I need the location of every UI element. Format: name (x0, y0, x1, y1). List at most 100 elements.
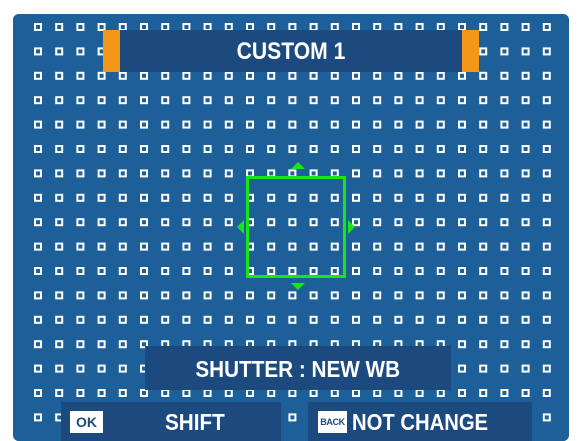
grid-dot-center (332, 317, 337, 322)
grid-dot-center (417, 220, 422, 225)
grid-dot-center (248, 98, 252, 103)
grid-dot-center (396, 317, 401, 322)
grid-dot-center (460, 73, 464, 78)
back-key-icon: BACK (318, 411, 347, 433)
grid-dot-center (544, 171, 549, 176)
grid-dot-center (481, 147, 486, 151)
grid-dot-center (523, 244, 528, 249)
grid-dot-center (163, 171, 168, 176)
grid-dot-center (184, 195, 189, 200)
grid-dot-center (184, 147, 189, 151)
grid-dot-center (544, 49, 549, 54)
grid-dot-center (481, 98, 486, 103)
not-change-label: NOT CHANGE (352, 409, 489, 435)
grid-dot-center (78, 147, 83, 151)
grid-dot-center (460, 220, 464, 225)
grid-dot-center (184, 269, 189, 273)
grid-dot-center (78, 391, 83, 395)
ok-shift-control[interactable]: OK SHIFT (61, 402, 281, 441)
grid-dot-center (502, 147, 507, 151)
grid-dot-center (120, 366, 125, 371)
grid-dot-center (502, 171, 507, 176)
grid-dot-center (481, 49, 486, 54)
grid-dot-center (523, 122, 528, 127)
grid-dot-center (99, 293, 104, 298)
grid-dot-center (375, 147, 380, 151)
shift-up-arrow-icon[interactable] (291, 162, 305, 169)
grid-dot-center (417, 25, 422, 29)
grid-dot-center (78, 293, 83, 298)
grid-dot-center (375, 171, 380, 176)
page-title: CUSTOM 1 (236, 38, 346, 65)
grid-dot-center (523, 293, 528, 298)
grid-dot-center (290, 415, 295, 420)
grid-dot-center (205, 220, 210, 225)
grid-dot-center (438, 171, 443, 176)
grid-dot-center (481, 342, 486, 347)
grid-dot-center (502, 73, 507, 78)
grid-dot-center (375, 122, 380, 127)
grid-dot-center (544, 391, 549, 395)
status-message-bar: SHUTTER : NEW WB (145, 346, 451, 390)
grid-dot-center (354, 98, 358, 103)
grid-dot-center (205, 317, 210, 322)
grid-dot-center (142, 220, 146, 225)
grid-dot-center (78, 171, 83, 176)
grid-dot-center (36, 366, 40, 371)
grid-dot-center (502, 293, 507, 298)
grid-dot-center (36, 244, 40, 249)
grid-dot-center (523, 25, 528, 29)
shift-left-arrow-icon[interactable] (237, 220, 244, 234)
grid-dot-center (142, 147, 146, 151)
grid-dot-center (57, 147, 62, 151)
grid-dot-center (438, 293, 443, 298)
grid-dot-center (438, 244, 443, 249)
grid-dot-center (226, 220, 231, 225)
grid-dot-center (36, 317, 40, 322)
grid-dot-center (57, 366, 62, 371)
grid-dot-center (523, 366, 528, 371)
grid-dot-center (502, 366, 507, 371)
grid-dot-center (205, 195, 210, 200)
grid-dot-center (36, 73, 40, 78)
grid-dot-center (78, 122, 83, 127)
shift-down-arrow-icon[interactable] (291, 283, 305, 290)
grid-dot-center (523, 147, 528, 151)
grid-dot-center (290, 317, 295, 322)
grid-dot-center (205, 244, 210, 249)
grid-dot-center (120, 342, 125, 347)
grid-dot-center (184, 220, 189, 225)
grid-dot-center (502, 244, 507, 249)
grid-dot-center (205, 293, 210, 298)
grid-dot-center (460, 391, 464, 395)
grid-dot-center (481, 366, 486, 371)
grid-dot-center (99, 25, 104, 29)
grid-dot-center (36, 122, 40, 127)
grid-dot-center (78, 244, 83, 249)
grid-dot-center (417, 391, 422, 395)
grid-dot-center (142, 293, 146, 298)
grid-dot-center (417, 269, 422, 273)
grid-dot-center (523, 269, 528, 273)
grid-dot-center (544, 122, 549, 127)
grid-dot-center (417, 195, 422, 200)
grid-dot-center (226, 293, 231, 298)
title-accent-left (103, 30, 120, 72)
grid-dot-center (163, 122, 168, 127)
grid-dot-center (163, 391, 168, 395)
grid-dot-center (120, 171, 125, 176)
grid-dot-center (438, 73, 443, 78)
grid-dot-center (226, 73, 231, 78)
grid-dot-center (502, 98, 507, 103)
grid-dot-center (396, 122, 401, 127)
wb-shift-cursor[interactable] (246, 176, 346, 278)
grid-dot-center (163, 244, 168, 249)
grid-dot-center (57, 391, 62, 395)
grid-dot-center (290, 171, 295, 176)
grid-dot-center (120, 147, 125, 151)
shift-right-arrow-icon[interactable] (348, 220, 355, 234)
grid-dot-center (120, 244, 125, 249)
grid-dot-center (332, 293, 337, 298)
grid-dot-center (460, 366, 464, 371)
back-not-change-control[interactable]: BACK NOT CHANGE (308, 402, 532, 441)
